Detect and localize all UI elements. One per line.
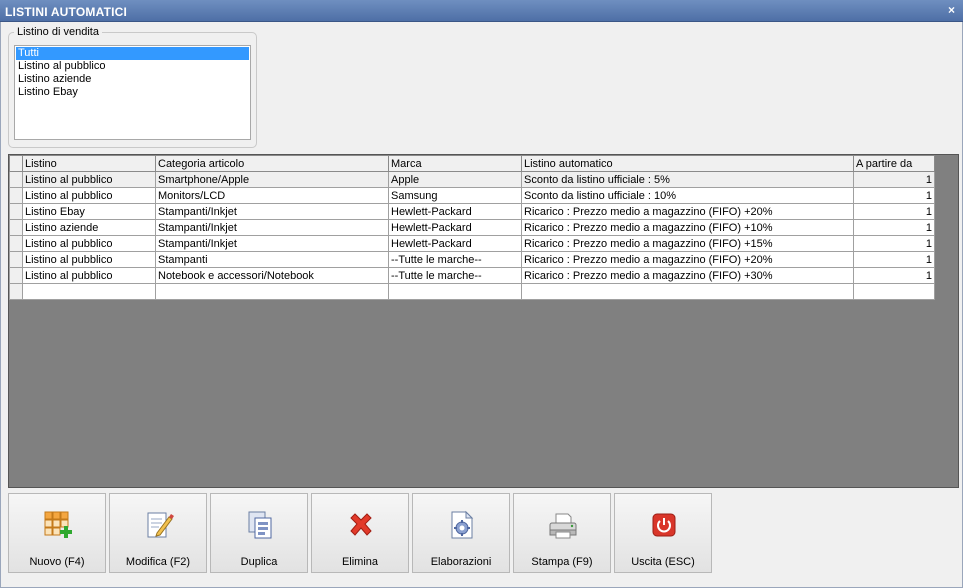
cell-listino: Listino al pubblico (22, 187, 156, 204)
cell-categoria: Smartphone/Apple (155, 171, 389, 188)
column-header-categoria[interactable]: Categoria articolo (155, 155, 389, 172)
exit-power-icon (648, 509, 680, 541)
table-row[interactable]: Listino al pubblico Monitors/LCD Samsung… (9, 187, 935, 204)
close-icon[interactable]: × (948, 3, 955, 17)
empty-cell[interactable] (853, 283, 935, 300)
stampa-label: Stampa (F9) (531, 556, 593, 568)
grid-area: Listino Categoria articolo Marca Listino… (8, 154, 959, 488)
empty-cell[interactable] (521, 283, 854, 300)
cell-marca: Samsung (388, 187, 522, 204)
uscita-button[interactable]: Uscita (ESC) (614, 493, 712, 573)
process-gear-icon (446, 509, 478, 541)
nuovo-button[interactable]: Nuovo (F4) (8, 493, 106, 573)
cell-marca: Hewlett-Packard (388, 203, 522, 220)
listbox-item[interactable]: Listino aziende (16, 73, 249, 86)
cell-listino: Listino al pubblico (22, 251, 156, 268)
column-header-a-partire-da[interactable]: A partire da (853, 155, 935, 172)
duplica-button[interactable]: Duplica (210, 493, 308, 573)
cell-categoria: Stampanti/Inkjet (155, 203, 389, 220)
uscita-label: Uscita (ESC) (631, 556, 695, 568)
listino-listbox[interactable]: Tutti Listino al pubblico Listino aziend… (14, 45, 251, 140)
cell-listino-automatico: Ricarico : Prezzo medio a magazzino (FIF… (521, 235, 854, 252)
empty-cell[interactable] (388, 283, 522, 300)
cell-marca: --Tutte le marche-- (388, 267, 522, 284)
nuovo-label: Nuovo (F4) (29, 556, 85, 568)
stampa-button[interactable]: Stampa (F9) (513, 493, 611, 573)
table-row[interactable]: Listino Ebay Stampanti/Inkjet Hewlett-Pa… (9, 203, 935, 220)
delete-x-icon (345, 509, 377, 541)
modifica-button[interactable]: Modifica (F2) (109, 493, 207, 573)
cell-listino: Listino Ebay (22, 203, 156, 220)
column-header-marca[interactable]: Marca (388, 155, 522, 172)
row-indicator[interactable] (9, 219, 23, 236)
modifica-label: Modifica (F2) (125, 556, 191, 568)
duplica-label: Duplica (240, 556, 278, 568)
cell-a-partire-da: 1 (853, 171, 935, 188)
new-row[interactable] (9, 283, 935, 300)
cell-a-partire-da: 1 (853, 267, 935, 284)
cell-categoria: Notebook e accessori/Notebook (155, 267, 389, 284)
cell-categoria: Stampanti (155, 251, 389, 268)
printer-icon (547, 509, 579, 541)
listino-filter-group: Listino di vendita Tutti Listino al pubb… (8, 26, 257, 148)
cell-marca: --Tutte le marche-- (388, 251, 522, 268)
cell-a-partire-da: 1 (853, 203, 935, 220)
empty-cell[interactable] (155, 283, 389, 300)
column-header-listino-automatico[interactable]: Listino automatico (521, 155, 854, 172)
cell-listino-automatico: Sconto da listino ufficiale : 10% (521, 187, 854, 204)
cell-marca: Hewlett-Packard (388, 235, 522, 252)
elaborazioni-button[interactable]: Elaborazioni (412, 493, 510, 573)
listbox-item[interactable]: Listino al pubblico (16, 60, 249, 73)
elimina-button[interactable]: Elimina (311, 493, 409, 573)
cell-marca: Apple (388, 171, 522, 188)
cell-listino: Listino al pubblico (22, 171, 156, 188)
row-indicator[interactable] (9, 171, 23, 188)
row-indicator[interactable] (9, 203, 23, 220)
listbox-item[interactable]: Tutti (16, 47, 249, 60)
table-row[interactable]: Listino al pubblico Notebook e accessori… (9, 267, 935, 284)
cell-listino-automatico: Sconto da listino ufficiale : 5% (521, 171, 854, 188)
table-header-row: Listino Categoria articolo Marca Listino… (9, 155, 935, 172)
row-indicator[interactable] (9, 251, 23, 268)
cell-listino-automatico: Ricarico : Prezzo medio a magazzino (FIF… (521, 251, 854, 268)
elimina-label: Elimina (341, 556, 379, 568)
table-row[interactable]: Listino aziende Stampanti/Inkjet Hewlett… (9, 219, 935, 236)
cell-listino-automatico: Ricarico : Prezzo medio a magazzino (FIF… (521, 203, 854, 220)
new-grid-icon (42, 509, 74, 541)
listbox-item[interactable]: Listino Ebay (16, 86, 249, 99)
table-row[interactable]: Listino al pubblico Stampanti --Tutte le… (9, 251, 935, 268)
cell-listino-automatico: Ricarico : Prezzo medio a magazzino (FIF… (521, 219, 854, 236)
edit-document-icon (143, 509, 175, 541)
cell-a-partire-da: 1 (853, 219, 935, 236)
cell-categoria: Monitors/LCD (155, 187, 389, 204)
cell-a-partire-da: 1 (853, 251, 935, 268)
row-indicator[interactable] (9, 283, 23, 300)
table-row[interactable]: Listino al pubblico Smartphone/Apple App… (9, 171, 935, 188)
window-title: LISTINI AUTOMATICI (5, 5, 128, 19)
cell-a-partire-da: 1 (853, 235, 935, 252)
table-row[interactable]: Listino al pubblico Stampanti/Inkjet Hew… (9, 235, 935, 252)
listini-table: Listino Categoria articolo Marca Listino… (9, 155, 935, 300)
cell-marca: Hewlett-Packard (388, 219, 522, 236)
cell-a-partire-da: 1 (853, 187, 935, 204)
filter-legend: Listino di vendita (14, 26, 102, 38)
row-indicator-header (9, 155, 23, 172)
cell-listino-automatico: Ricarico : Prezzo medio a magazzino (FIF… (521, 267, 854, 284)
elaborazioni-label: Elaborazioni (430, 556, 492, 568)
column-header-listino[interactable]: Listino (22, 155, 156, 172)
cell-listino: Listino al pubblico (22, 267, 156, 284)
cell-listino: Listino al pubblico (22, 235, 156, 252)
cell-categoria: Stampanti/Inkjet (155, 219, 389, 236)
row-indicator[interactable] (9, 235, 23, 252)
title-bar: LISTINI AUTOMATICI × (0, 0, 963, 22)
cell-categoria: Stampanti/Inkjet (155, 235, 389, 252)
empty-cell[interactable] (22, 283, 156, 300)
row-indicator[interactable] (9, 267, 23, 284)
cell-listino: Listino aziende (22, 219, 156, 236)
duplicate-icon (244, 509, 276, 541)
row-indicator[interactable] (9, 187, 23, 204)
